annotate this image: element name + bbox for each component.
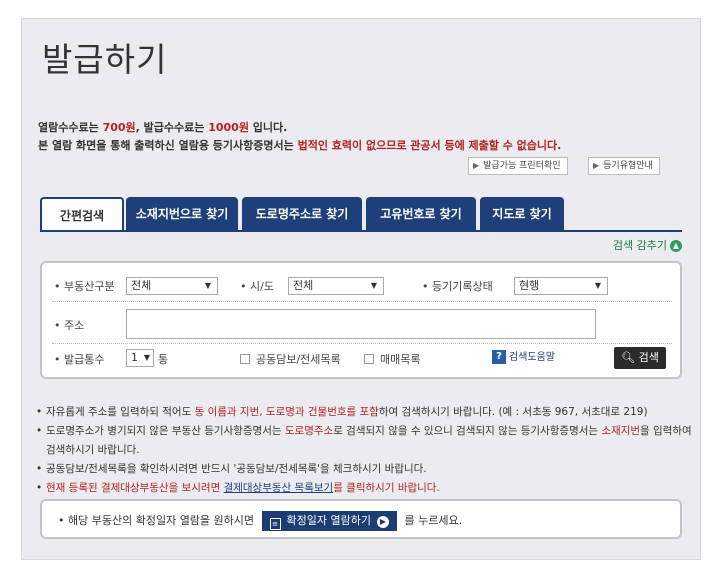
tab-simple-search[interactable]: 간편검색 xyxy=(40,197,124,231)
list-item: 공동담보/전세목록을 확인하시려면 반드시 '공동담보/전세목록'을 체크하시기… xyxy=(36,460,696,479)
search-form: • 부동산구분 전체 ▼ • 시/도 전체 ▼ • 등기기록상태 현행 ▼ • 주소 … xyxy=(40,261,682,379)
joint-collateral-checkbox[interactable]: 공동담보/전세목록 xyxy=(240,351,341,367)
property-type-select[interactable]: 전체 ▼ xyxy=(126,277,218,295)
copies-select[interactable]: 1 ▼ xyxy=(126,349,154,367)
tab-unique-number[interactable]: 고유번호로 찾기 xyxy=(366,197,476,231)
dropdown-arrow-icon: ▼ xyxy=(370,281,377,290)
main-panel: 발급하기 열람수수료는 700원, 발급수수료는 1000원 입니다. 본 열람… xyxy=(21,18,701,560)
viewing-fee: 700원 xyxy=(102,121,136,134)
sale-list-checkbox[interactable]: 매매목록 xyxy=(364,351,420,367)
address-input[interactable] xyxy=(126,309,596,339)
search-button[interactable]: 🔍︎ 검색 xyxy=(614,347,666,369)
copies-label: • 발급통수 xyxy=(54,353,105,366)
dropdown-arrow-icon: ▼ xyxy=(204,281,211,290)
tab-underline xyxy=(40,230,682,232)
list-item: 도로명주소가 병기되지 않은 부동산 등기사항증명서는 도로명주소로 검색되지 … xyxy=(36,422,696,460)
tab-map[interactable]: 지도로 찾기 xyxy=(480,197,564,231)
question-mark-icon: ? xyxy=(492,350,506,364)
payment-list-link[interactable]: 결제대상부동산 목록보기 xyxy=(224,482,334,494)
dropdown-arrow-icon: ▼ xyxy=(594,281,601,290)
arrow-right-icon: ▶ xyxy=(473,161,480,170)
issuance-fee: 1000원 xyxy=(208,121,249,134)
arrow-right-icon: ▶ xyxy=(593,161,600,170)
search-help-button[interactable]: ? 검색도움말 xyxy=(492,349,555,367)
page-title: 발급하기 xyxy=(42,40,168,79)
printer-check-button[interactable]: ▶ 발급가능 프린터확인 xyxy=(468,157,568,175)
checkbox-icon xyxy=(364,354,374,364)
checkbox-icon xyxy=(240,354,250,364)
list-item: 자유롭게 주소를 입력하되 적어도 동 이름과 지번, 도로명과 건물번호를 포… xyxy=(36,403,696,422)
region-label: • 시/도 xyxy=(240,280,274,293)
record-status-select[interactable]: 현행 ▼ xyxy=(514,277,608,295)
fee-notice: 열람수수료는 700원, 발급수수료는 1000원 입니다. xyxy=(38,121,288,134)
chevron-up-icon: ▲ xyxy=(670,240,682,252)
address-label: • 주소 xyxy=(54,319,85,332)
list-item: 현재 등록된 결제대상부동산을 보시려면 결제대상부동산 목록보기를 클릭하시기… xyxy=(36,479,696,498)
region-select[interactable]: 전체 ▼ xyxy=(288,277,384,295)
property-type-label: • 부동산구분 xyxy=(54,280,115,293)
tab-lot-number[interactable]: 소재지번으로 찾기 xyxy=(126,197,238,231)
arrow-right-icon: ▶ xyxy=(377,516,389,528)
confirmed-date-box: • 해당 부동산의 확정일자 열람을 원하시면 ≡ 확정일자 열람하기 ▶ 를 누르… xyxy=(40,499,682,539)
document-icon: ≡ xyxy=(269,518,281,530)
record-status-label: • 등기기록상태 xyxy=(422,280,493,293)
registry-type-button[interactable]: ▶ 등기유형안내 xyxy=(588,157,660,175)
confirmed-date-view-button[interactable]: ≡ 확정일자 열람하기 ▶ xyxy=(261,511,397,531)
hide-search-toggle[interactable]: 검색 감추기 ▲ xyxy=(613,237,682,253)
dropdown-arrow-icon: ▼ xyxy=(143,353,150,362)
help-notes: 자유롭게 주소를 입력하되 적어도 동 이름과 지번, 도로명과 건물번호를 포… xyxy=(36,403,696,498)
divider xyxy=(52,343,672,344)
copies-unit: 통 xyxy=(158,353,169,366)
search-icon: 🔍︎ xyxy=(621,351,636,364)
legal-notice: 본 열람 화면을 통해 출력하신 열람용 등기사항증명서는 법적인 효력이 없으… xyxy=(38,139,562,152)
divider xyxy=(52,301,672,302)
tab-road-address[interactable]: 도로명주소로 찾기 xyxy=(242,197,362,231)
